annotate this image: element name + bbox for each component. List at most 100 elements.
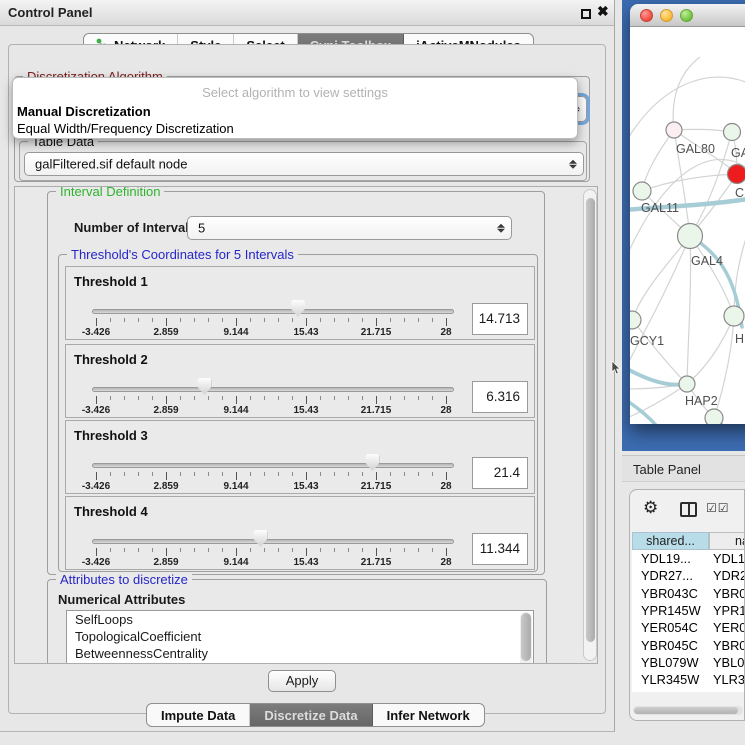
table-toolbar: ⚙ ☑☑ bbox=[630, 490, 744, 530]
split-columns-icon[interactable] bbox=[680, 502, 697, 517]
threshold-slider-track[interactable] bbox=[92, 539, 454, 544]
table-row[interactable]: YBL079WYBL0 bbox=[632, 654, 745, 671]
network-node-gcy1[interactable] bbox=[630, 311, 641, 329]
threshold-value-field[interactable]: 11.344 bbox=[472, 533, 528, 565]
numerical-attributes-list[interactable]: SelfLoopsTopologicalCoefficientBetweenne… bbox=[66, 610, 534, 664]
network-node-c[interactable] bbox=[728, 165, 745, 184]
tab-discretize-data[interactable]: Discretize Data bbox=[250, 704, 372, 726]
table-panel-titlebar: Table Panel bbox=[622, 455, 745, 482]
table-row[interactable]: YLR345WYLR3 bbox=[632, 671, 745, 688]
threshold-coordinates-group: Threshold's Coordinates for 5 Intervals … bbox=[58, 254, 538, 572]
tick-label: 28 bbox=[440, 405, 451, 416]
attributes-list-scrollbar[interactable] bbox=[520, 612, 532, 664]
table-row[interactable]: YIL052CYIL0 bbox=[632, 688, 745, 692]
cell-name: YBR0 bbox=[713, 585, 745, 602]
table-horizontal-scrollbar[interactable] bbox=[633, 706, 743, 715]
numerical-attributes-label: Numerical Attributes bbox=[58, 592, 185, 607]
node-table[interactable]: shared... name YDL19...YDL1YDR27...YDR2Y… bbox=[632, 532, 745, 692]
tick-label: 2.859 bbox=[153, 405, 178, 416]
combo-stepper-icon bbox=[496, 222, 505, 235]
threshold-slider-thumb[interactable] bbox=[291, 300, 305, 317]
table-row[interactable]: YBR043C YBR0 bbox=[632, 585, 745, 602]
table-row[interactable]: YPR145W YPR1 bbox=[632, 602, 745, 619]
network-node-h[interactable] bbox=[724, 306, 744, 326]
network-node-hap2[interactable] bbox=[679, 376, 695, 392]
column-header-name[interactable]: name bbox=[709, 532, 745, 550]
threshold-label: Threshold 4 bbox=[74, 504, 148, 519]
algorithm-option-manual[interactable]: Manual Discretization bbox=[17, 104, 151, 119]
attribute-list-item[interactable]: BetweennessCentrality bbox=[67, 645, 533, 662]
gear-icon[interactable]: ⚙ bbox=[643, 498, 658, 518]
threshold-slider-thumb[interactable] bbox=[253, 530, 267, 547]
tick-label: 2.859 bbox=[153, 557, 178, 568]
network-node-gal11[interactable] bbox=[633, 182, 651, 200]
number-of-intervals-value: 5 bbox=[198, 221, 205, 236]
number-of-intervals-combobox[interactable]: 5 bbox=[187, 216, 512, 240]
network-node-label: GAL80 bbox=[676, 142, 715, 156]
threshold-slider-thumb[interactable] bbox=[365, 454, 379, 471]
apply-button[interactable]: Apply bbox=[268, 670, 336, 692]
threshold-label: Threshold 1 bbox=[74, 274, 148, 289]
checkbox-icons[interactable]: ☑☑ bbox=[706, 501, 730, 515]
close-traffic-light-icon[interactable] bbox=[640, 9, 653, 22]
threshold-slider-track[interactable] bbox=[92, 463, 454, 468]
algorithm-placeholder-option[interactable]: Select algorithm to view settings bbox=[13, 85, 577, 100]
attribute-list-item[interactable]: TopologicalCoefficient bbox=[67, 628, 533, 645]
column-header-shared-name[interactable]: shared... bbox=[632, 532, 709, 550]
table-row[interactable]: YDR27...YDR2 bbox=[632, 567, 745, 584]
threshold-slider-track[interactable] bbox=[92, 387, 454, 392]
table-data-value: galFiltered.sif default node bbox=[35, 157, 187, 172]
zoom-traffic-light-icon[interactable] bbox=[680, 9, 693, 22]
table-row[interactable]: YER054CYER0 bbox=[632, 619, 745, 636]
cytoscape-desktop: GAL80GACGAL11GAL4GCY1HHAP2 bbox=[622, 0, 745, 451]
threshold-panel-3: Threshold 3-3.4262.8599.14415.4321.71528… bbox=[65, 420, 535, 494]
algorithm-option-equal-width[interactable]: Equal Width/Frequency Discretization bbox=[17, 121, 234, 136]
threshold-label: Threshold 2 bbox=[74, 352, 148, 367]
cell-shared-name: YBR043C bbox=[641, 585, 698, 602]
network-node[interactable] bbox=[705, 409, 723, 424]
threshold-value-field[interactable]: 21.4 bbox=[472, 457, 528, 489]
interval-definition-group: Interval Definition Number of Intervals … bbox=[47, 191, 545, 575]
table-row[interactable]: YDL19...YDL1 bbox=[632, 550, 745, 567]
network-node-label: H bbox=[735, 332, 744, 346]
network-node-gal4[interactable] bbox=[678, 224, 703, 249]
float-window-icon[interactable] bbox=[581, 9, 591, 19]
tab-discretize-data-label: Discretize Data bbox=[264, 708, 357, 723]
tab-impute-data-label: Impute Data bbox=[161, 708, 235, 723]
threshold-tick-scale: -3.4262.8599.14415.4321.71528 bbox=[66, 396, 534, 418]
cell-shared-name: YDR27... bbox=[641, 567, 693, 584]
tab-infer-network-label: Infer Network bbox=[387, 708, 470, 723]
attributes-group: Attributes to discretize Numerical Attri… bbox=[47, 579, 547, 664]
network-node-ga[interactable] bbox=[724, 124, 741, 141]
threshold-value-field[interactable]: 6.316 bbox=[472, 381, 528, 413]
threshold-tick-scale: -3.4262.8599.14415.4321.71528 bbox=[66, 472, 534, 494]
minimize-traffic-light-icon[interactable] bbox=[660, 9, 673, 22]
table-row[interactable]: YBR045CYBR0 bbox=[632, 637, 745, 654]
cell-shared-name: YPR145W bbox=[641, 602, 701, 619]
threshold-slider-track[interactable] bbox=[92, 309, 454, 314]
threshold-slider-thumb[interactable] bbox=[197, 378, 211, 395]
window-title: Control Panel bbox=[8, 5, 93, 20]
control-panel-window: Control Panel ✖ Network Style Select Cyn… bbox=[0, 0, 615, 732]
cell-name: YDL1 bbox=[713, 550, 745, 567]
cell-name: YPR1 bbox=[713, 602, 745, 619]
network-canvas[interactable]: GAL80GACGAL11GAL4GCY1HHAP2 bbox=[630, 27, 745, 424]
threshold-value-field[interactable]: 14.713 bbox=[472, 303, 528, 335]
tick-label: 21.715 bbox=[361, 327, 392, 338]
network-edge bbox=[687, 316, 734, 384]
table-data-combobox[interactable]: galFiltered.sif default node bbox=[24, 152, 584, 176]
number-of-intervals-label: Number of Intervals bbox=[74, 220, 196, 235]
combo-stepper-icon bbox=[568, 158, 577, 171]
close-icon[interactable]: ✖ bbox=[597, 3, 609, 20]
settings-vertical-scrollbar[interactable] bbox=[583, 189, 597, 661]
network-window[interactable]: GAL80GACGAL11GAL4GCY1HHAP2 bbox=[630, 4, 745, 424]
network-edge bbox=[734, 232, 745, 316]
network-node-gal80[interactable] bbox=[666, 122, 682, 138]
tick-label: 2.859 bbox=[153, 327, 178, 338]
tab-infer-network[interactable]: Infer Network bbox=[373, 704, 484, 726]
control-panel-titlebar: Control Panel ✖ bbox=[0, 0, 614, 26]
network-graph: GAL80GACGAL11GAL4GCY1HHAP2 bbox=[630, 27, 745, 424]
tab-impute-data[interactable]: Impute Data bbox=[147, 704, 250, 726]
attribute-list-item[interactable]: SelfLoops bbox=[67, 611, 533, 628]
network-window-titlebar[interactable] bbox=[630, 4, 745, 27]
